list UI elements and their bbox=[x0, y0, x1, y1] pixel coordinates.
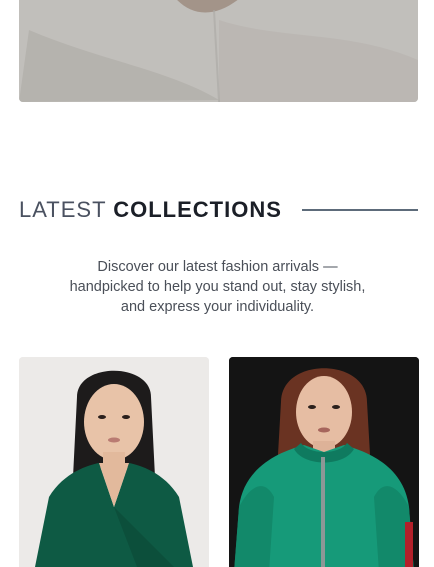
heading-divider bbox=[301, 209, 418, 211]
hero-image bbox=[19, 0, 418, 102]
model-green-dress-image bbox=[19, 357, 209, 567]
section-heading: LATEST COLLECTIONS bbox=[19, 196, 418, 224]
hero-photo-icon bbox=[19, 0, 418, 102]
title-light: LATEST bbox=[19, 197, 107, 222]
product-card[interactable] bbox=[19, 357, 209, 567]
product-card[interactable] bbox=[229, 357, 419, 567]
model-green-jacket-image bbox=[229, 357, 419, 567]
section-title: LATEST COLLECTIONS bbox=[19, 197, 282, 223]
section-description: Discover our latest fashion arrivals — h… bbox=[69, 259, 366, 315]
title-bold: COLLECTIONS bbox=[113, 197, 282, 222]
